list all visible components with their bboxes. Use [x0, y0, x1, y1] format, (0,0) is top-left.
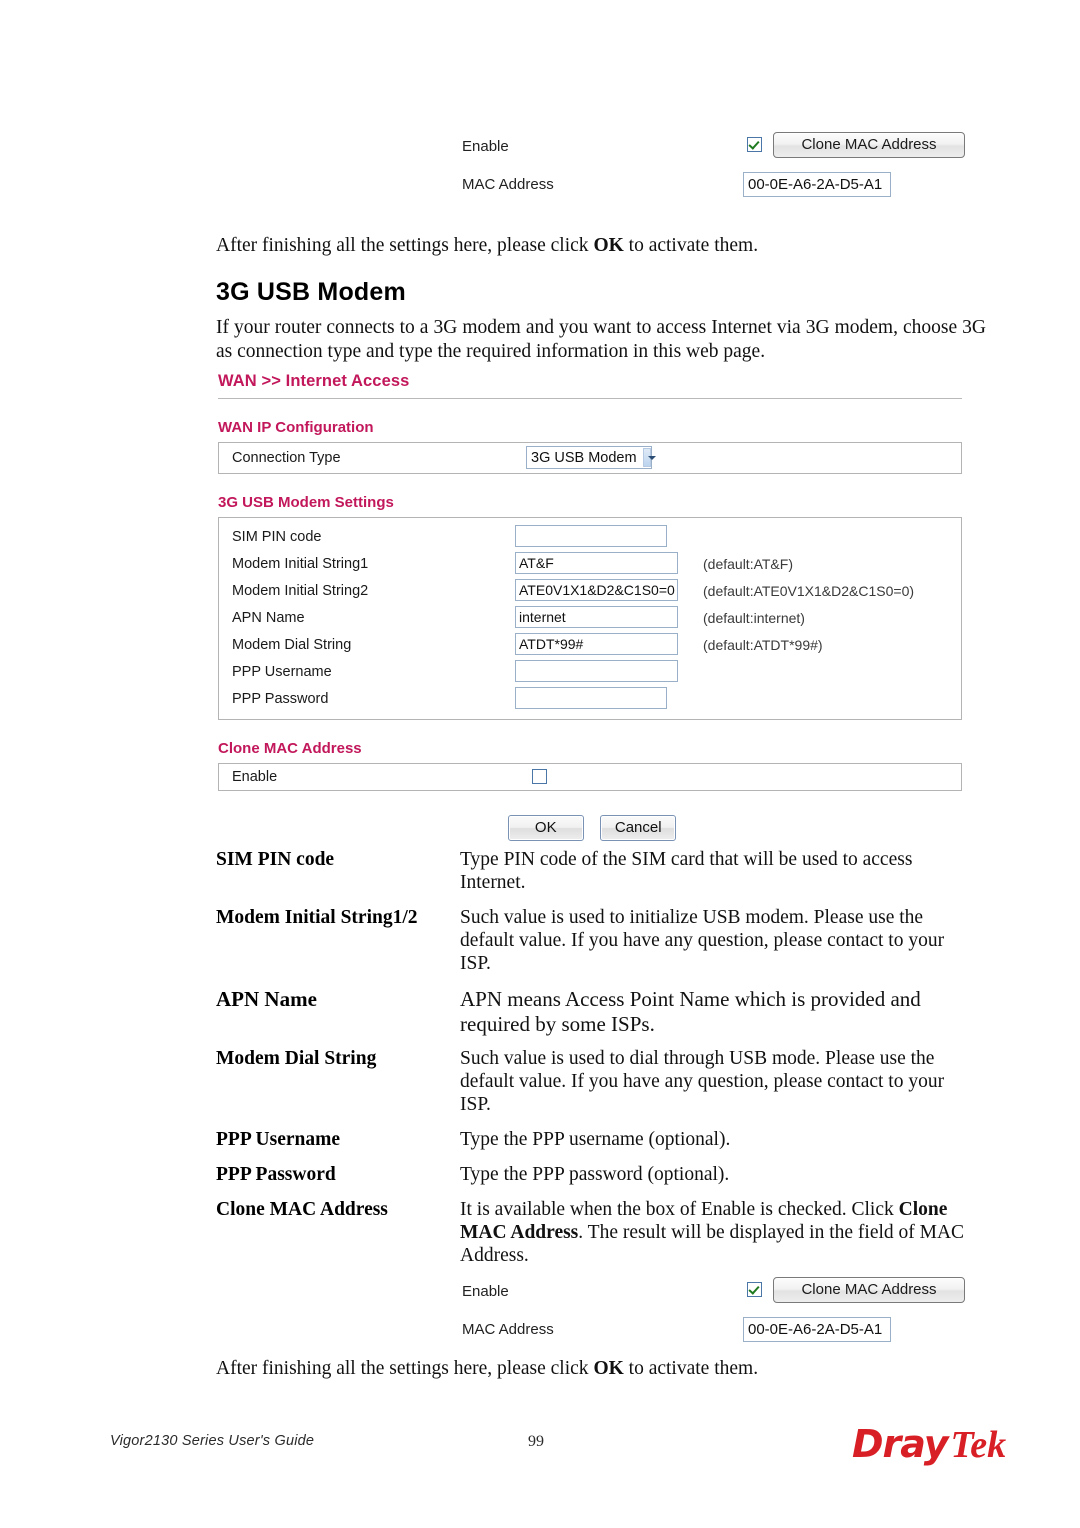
top-mac-address-row: MAC Address 00-0E-A6-2A-D5-A1: [462, 170, 972, 204]
definition-term: SIM PIN code: [216, 849, 335, 870]
definition-term: PPP Username: [216, 1129, 341, 1150]
field-hint: (default:ATDT*99#): [703, 637, 823, 653]
settings-row: Modem Initial String1 AT&F (default:AT&F…: [219, 551, 961, 578]
wan-ip-configuration-panel: Connection Type 3G USB Modem: [218, 442, 962, 474]
field-label: Modem Dial String: [232, 637, 352, 653]
wan-ip-configuration-title: WAN IP Configuration: [218, 419, 374, 436]
definition-row: Modem Initial String1/2 Such value is us…: [216, 906, 986, 975]
connection-type-selected-value: 3G USB Modem: [531, 449, 637, 466]
form-action-row: OK Cancel: [218, 815, 966, 845]
field-hint: (default:ATE0V1X1&D2&C1S0=0): [703, 583, 915, 599]
intro-activate-note-part2: to activate them.: [623, 235, 759, 256]
definition-description: APN means Access Point Name which is pro…: [460, 987, 921, 1036]
bottom-mac-address-input[interactable]: 00-0E-A6-2A-D5-A1: [743, 1317, 891, 1342]
closing-note-part2: to activate them.: [623, 1358, 759, 1379]
field-label: PPP Username: [232, 664, 332, 680]
logo-tek-text: Tek: [950, 1424, 1007, 1466]
settings-row: APN Name internet (default:internet): [219, 605, 961, 632]
intro-activate-note-ok: OK: [593, 235, 624, 256]
definition-term: PPP Password: [216, 1164, 336, 1185]
top-enable-checkbox[interactable]: [747, 137, 762, 152]
definition-term: APN Name: [216, 987, 317, 1011]
clone-enable-label: Enable: [232, 769, 278, 785]
clone-mac-address-title: Clone MAC Address: [218, 740, 362, 757]
definition-row: APN Name APN means Access Point Name whi…: [216, 987, 986, 1037]
apn-name-input[interactable]: internet: [515, 606, 678, 628]
top-clone-mac-screenshot: Enable Clone MAC Address MAC Address 00-…: [462, 132, 972, 204]
definition-row: SIM PIN code Type PIN code of the SIM ca…: [216, 848, 986, 894]
modem-settings-title: 3G USB Modem Settings: [218, 494, 394, 511]
bottom-clone-mac-address-button[interactable]: Clone MAC Address: [773, 1277, 965, 1303]
top-clone-mac-address-button[interactable]: Clone MAC Address: [773, 132, 965, 158]
field-hint: (default:AT&F): [703, 556, 793, 572]
settings-row: PPP Username: [219, 659, 961, 686]
intro-paragraph: If your router connects to a 3G modem an…: [216, 317, 986, 362]
settings-row: Modem Initial String2 ATE0V1X1&D2&C1S0=0…: [219, 578, 961, 605]
modem-settings-panel: SIM PIN code Modem Initial String1 AT&F …: [218, 517, 962, 720]
definition-description: It is available when the box of Enable i…: [460, 1199, 965, 1266]
field-label: PPP Password: [232, 691, 329, 707]
closing-note-part1: After finishing all the settings here, p…: [216, 1358, 594, 1379]
page-section-heading: 3G USB Modem: [216, 278, 406, 306]
cancel-button[interactable]: Cancel: [600, 815, 677, 841]
definition-row: PPP Username Type the PPP username (opti…: [216, 1128, 986, 1151]
closing-activate-note: After finishing all the settings here, p…: [216, 1357, 976, 1381]
bottom-enable-row: Enable Clone MAC Address: [462, 1277, 972, 1311]
ok-button[interactable]: OK: [507, 815, 584, 841]
field-hint: (default:internet): [703, 610, 805, 626]
bottom-clone-mac-screenshot: Enable Clone MAC Address MAC Address 00-…: [462, 1277, 972, 1349]
clone-mac-address-panel: Enable: [218, 763, 962, 791]
definition-row: PPP Password Type the PPP password (opti…: [216, 1163, 986, 1186]
field-label: Modem Initial String1: [232, 556, 369, 572]
router-web-ui-screenshot: WAN >> Internet Access WAN IP Configurat…: [218, 372, 966, 845]
connection-type-row: Connection Type 3G USB Modem: [219, 443, 961, 473]
footer-guide-title: Vigor2130 Series User's Guide: [110, 1433, 315, 1449]
definition-description: Such value is used to dial through USB m…: [460, 1048, 945, 1115]
bottom-enable-checkbox[interactable]: [747, 1282, 762, 1297]
definition-row: Modem Dial String Such value is used to …: [216, 1047, 986, 1116]
ppp-password-input[interactable]: [515, 687, 667, 709]
intro-activate-note-part1: After finishing all the settings here, p…: [216, 235, 594, 256]
bottom-enable-label: Enable: [462, 1283, 509, 1300]
definition-description: Type PIN code of the SIM card that will …: [460, 849, 913, 893]
definition-description: Type the PPP password (optional).: [460, 1164, 730, 1185]
breadcrumb-divider: [218, 398, 962, 399]
definition-term: Clone MAC Address: [216, 1199, 388, 1220]
footer-page-number: 99: [528, 1433, 544, 1450]
bottom-mac-address-label: MAC Address: [462, 1321, 554, 1338]
breadcrumb: WAN >> Internet Access: [218, 372, 410, 390]
modem-initial-string2-input[interactable]: ATE0V1X1&D2&C1S0=0: [515, 579, 678, 601]
field-label: SIM PIN code: [232, 529, 322, 545]
sim-pin-code-input[interactable]: [515, 525, 667, 547]
definition-description: Such value is used to initialize USB mod…: [460, 907, 945, 974]
bottom-mac-address-row: MAC Address 00-0E-A6-2A-D5-A1: [462, 1315, 972, 1349]
field-descriptions-list: SIM PIN code Type PIN code of the SIM ca…: [216, 848, 986, 1277]
modem-initial-string1-input[interactable]: AT&F: [515, 552, 678, 574]
top-enable-row: Enable Clone MAC Address: [462, 132, 972, 166]
connection-type-select[interactable]: 3G USB Modem: [526, 446, 657, 469]
closing-note-ok: OK: [593, 1358, 624, 1379]
logo-dray-text: Dray: [852, 1422, 949, 1466]
modem-dial-string-input[interactable]: ATDT*99#: [515, 633, 678, 655]
field-label: APN Name: [232, 610, 305, 626]
connection-type-label: Connection Type: [232, 450, 341, 466]
ppp-username-input[interactable]: [515, 660, 678, 682]
settings-row: Modem Dial String ATDT*99# (default:ATDT…: [219, 632, 961, 659]
clone-enable-checkbox[interactable]: [532, 769, 547, 784]
definition-term: Modem Initial String1/2: [216, 907, 418, 928]
definition-term: Modem Dial String: [216, 1048, 377, 1069]
top-mac-address-label: MAC Address: [462, 176, 554, 193]
field-label: Modem Initial String2: [232, 583, 369, 599]
settings-row: SIM PIN code: [219, 524, 961, 551]
top-mac-address-input[interactable]: 00-0E-A6-2A-D5-A1: [743, 172, 891, 197]
definition-description: Type the PPP username (optional).: [460, 1129, 731, 1150]
draytek-logo: DrayTek: [852, 1422, 1006, 1467]
settings-row: PPP Password: [219, 686, 961, 713]
chevron-down-icon[interactable]: [642, 448, 657, 467]
top-enable-label: Enable: [462, 138, 509, 155]
intro-activate-note: After finishing all the settings here, p…: [216, 234, 976, 258]
definition-row: Clone MAC Address It is available when t…: [216, 1198, 986, 1267]
